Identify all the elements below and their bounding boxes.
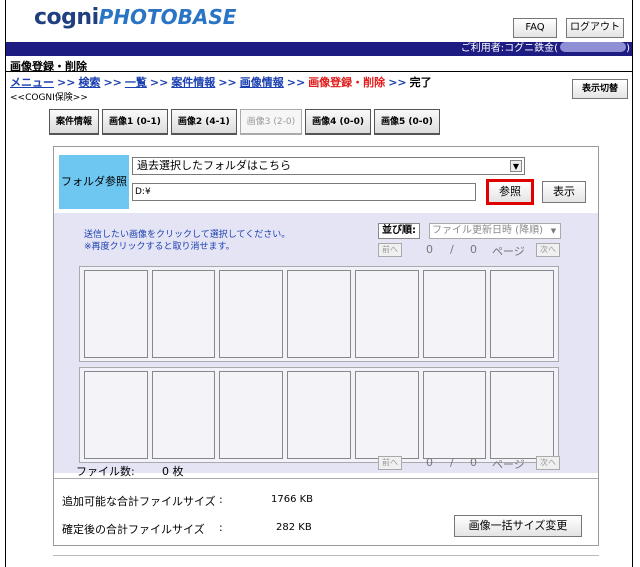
title-divider [6,71,632,72]
page-total: 0 [470,243,477,256]
chevron-down-icon: ▼ [550,227,557,235]
page-separator: / [450,456,454,469]
thumbnail-slot[interactable] [354,371,419,459]
tab-image4[interactable]: 画像4 (0-0) [305,109,371,135]
addable-size-value: 1766 KB [271,494,314,505]
thumbnail-slot[interactable] [354,270,419,358]
breadcrumb-list[interactable]: 一覧 [125,76,147,89]
pager-bottom: 前へ 0 / 0 ページ 次へ [378,456,568,472]
breadcrumb-case-info[interactable]: 案件情報 [171,76,215,89]
thumbnail-slot[interactable] [490,270,555,358]
thumbnail-slot[interactable] [287,270,351,358]
summary-divider [54,478,598,479]
sort-label: 並び順: [378,223,420,239]
folder-history-value: 過去選択したフォルダはこちら [137,159,291,172]
user-bar: ご利用者:コグニ鉄金() [6,42,632,56]
view-toggle-button[interactable]: 表示切替 [572,79,628,99]
show-button[interactable]: 表示 [542,181,586,203]
folder-label: フォルダ参照 [59,155,129,209]
thumbnail-slot[interactable] [151,371,216,459]
tab-image3: 画像3 (2-0) [239,109,303,135]
breadcrumb-search[interactable]: 検索 [78,76,100,89]
tab-case-info[interactable]: 案件情報 [49,109,100,135]
chevron-down-icon[interactable]: ▼ [510,160,522,172]
logout-button[interactable]: ログアウト [566,18,624,38]
prev-page-button: 前へ [378,243,402,257]
confirmed-size-colon: : [219,521,223,534]
page-unit: ページ [492,458,525,471]
thumbnail-row-2 [79,367,559,463]
breadcrumb-separator: >> [149,76,169,89]
app-frame: cogniPHOTOBASE FAQ ログアウト ご利用者:コグニ鉄金() 画像… [5,0,633,567]
thumbnail-slot[interactable] [151,270,216,358]
image-grid-area: 送信したい画像をクリックして選択してください。 ※再度クリックすると取り消せます… [54,213,598,473]
thumbnail-slot[interactable] [219,270,284,358]
thumbnail-row-1 [79,266,559,362]
instructions: 送信したい画像をクリックして選択してください。 ※再度クリックすると取り消せます… [84,229,290,253]
thumbnail-slot[interactable] [219,371,284,459]
thumbnail-slot[interactable] [490,371,555,459]
bulk-resize-button[interactable]: 画像一括サイズ変更 [454,515,582,537]
back-link[interactable]: <<COGNI保険>> [10,90,88,103]
user-prefix: ご利用者:コグニ鉄金( [460,43,559,54]
image-tabs: 案件情報 画像1 (0-1) 画像2 (4-1) 画像3 (2-0) 画像4 (… [49,109,443,135]
prev-page-button: 前へ [378,456,402,470]
thumbnail-slot[interactable] [422,371,487,459]
upload-panel: フォルダ参照 過去選択したフォルダはこちら ▼ D:¥ 参照 表示 送信したい画… [53,146,599,546]
next-page-button: 次へ [536,456,560,470]
user-info: ご利用者:コグニ鉄金() [461,42,630,56]
breadcrumb-menu[interactable]: メニュー [10,76,54,89]
breadcrumb-separator: >> [103,76,122,89]
thumbnail-slot[interactable] [287,371,351,459]
breadcrumb: メニュー >> 検索 >> 一覧 >> 案件情報 >> 画像情報 >> 画像登録・削除 >> 完了 [10,74,432,90]
breadcrumb-separator: >> [286,76,306,89]
pager-top: 前へ 0 / 0 ページ 次へ [378,243,568,259]
page-separator: / [450,243,454,256]
logo-text-photobase: PHOTOBASE [98,5,237,29]
user-suffix: ) [626,43,630,54]
breadcrumb-separator: >> [57,76,76,89]
confirmed-size-label: 確定後の合計ファイルサイズ [62,523,205,536]
masked-username [560,42,627,52]
sort-select: ファイル更新日時 (降順) ▼ [429,223,561,239]
breadcrumb-image-info[interactable]: 画像情報 [240,76,284,89]
logo: cogniPHOTOBASE [34,4,236,30]
addable-size-colon: : [219,493,223,506]
footer-divider [53,555,599,556]
folder-history-select[interactable]: 過去選択したフォルダはこちら ▼ [132,157,525,175]
file-count-label: ファイル数: [76,465,135,478]
instruction-line-1: 送信したい画像をクリックして選択してください。 [84,230,291,240]
breadcrumb-separator: >> [218,76,237,89]
tab-image2[interactable]: 画像2 (4-1) [170,109,237,135]
next-page-button: 次へ [536,243,560,257]
breadcrumb-current: 画像登録・削除 [308,76,386,89]
sort-value: ファイル更新日時 (降順) [432,225,543,236]
instruction-line-2: ※再度クリックすると取り消せます。 [84,242,235,252]
logo-text-cogni: cogni [34,5,99,30]
faq-button[interactable]: FAQ [513,18,557,38]
tab-image1[interactable]: 画像1 (0-1) [102,109,168,135]
confirmed-size-value: 282 KB [276,522,312,533]
thumbnail-slot[interactable] [84,270,148,358]
breadcrumb-complete: 完了 [409,76,432,89]
addable-size-label: 追加可能な合計ファイルサイズ [62,495,216,508]
page-unit: ページ [492,245,525,258]
file-count-value: 0 枚 [162,465,184,478]
page-current: 0 [426,456,433,469]
folder-path-input[interactable]: D:¥ [132,183,476,201]
thumbnail-slot[interactable] [422,270,487,358]
browse-button[interactable]: 参照 [486,179,534,205]
tab-image5[interactable]: 画像5 (0-0) [374,109,440,135]
page-current: 0 [426,243,433,256]
page-total: 0 [470,456,477,469]
thumbnail-slot[interactable] [84,371,148,459]
breadcrumb-separator: >> [388,76,407,89]
